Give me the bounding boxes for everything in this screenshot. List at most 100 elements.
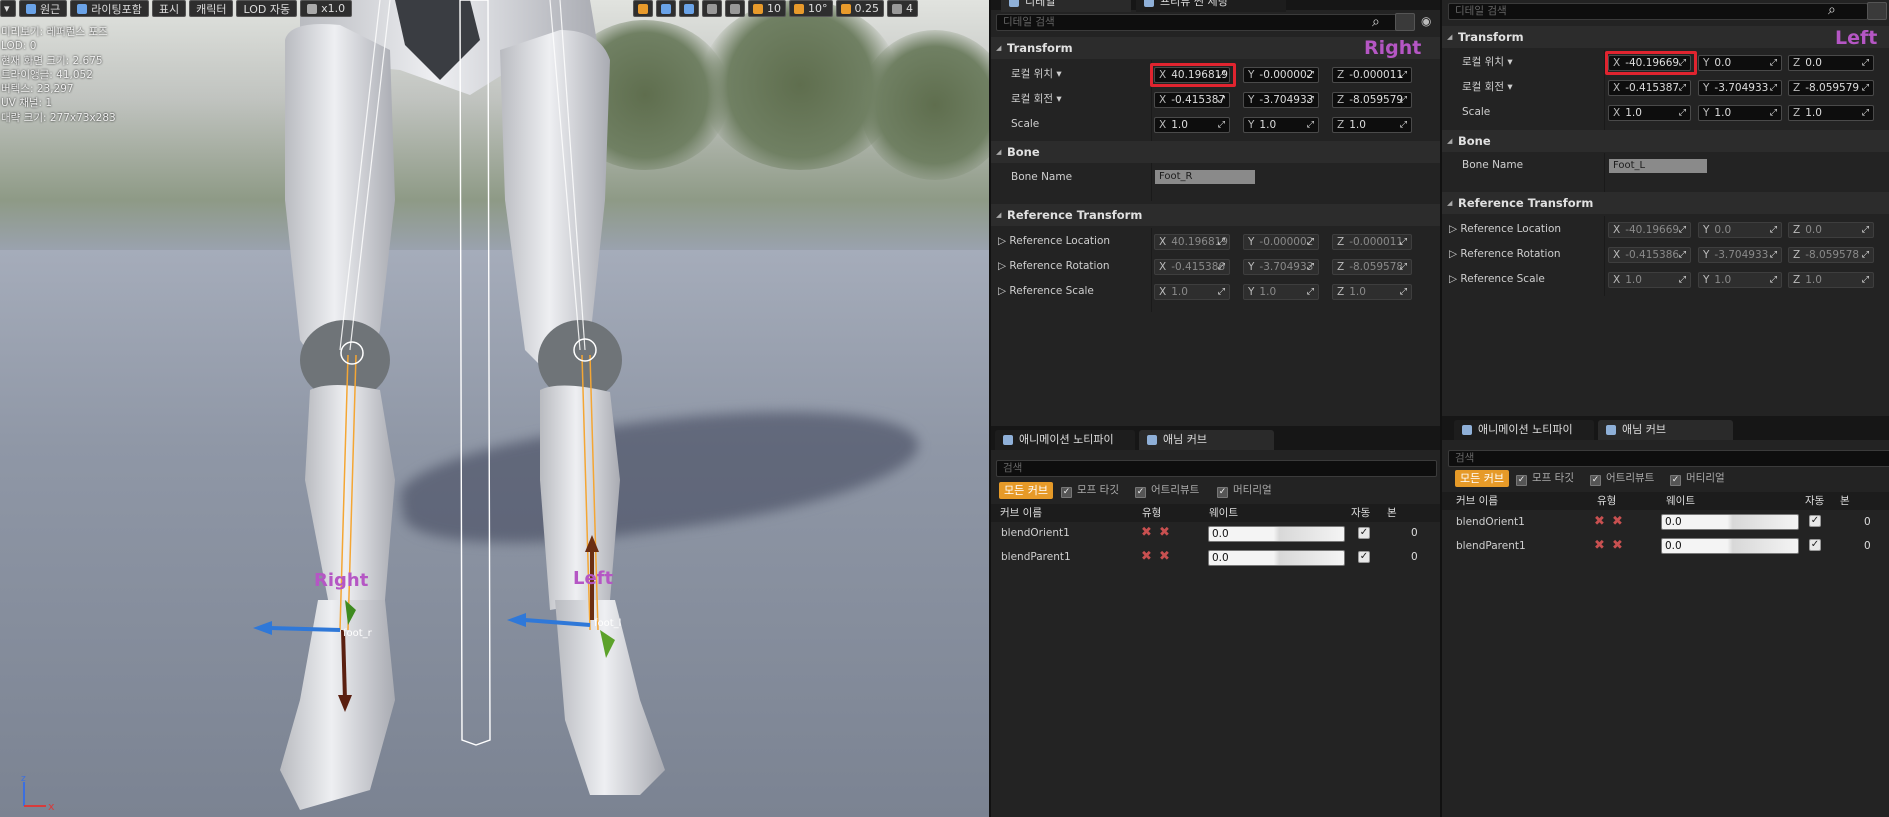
rot-y-field[interactable]: Y -3.704933 ⤢ — [1698, 80, 1782, 96]
rot-z-field[interactable]: Z -8.059579 ⤢ — [1332, 92, 1412, 108]
tab-anim-curves[interactable]: 애님 커브 — [1598, 420, 1733, 440]
curve-search-input[interactable]: 검색 — [996, 460, 1437, 477]
local-location-label[interactable]: 로컬 위치 ▾ — [1011, 62, 1062, 87]
grid-snap-button[interactable]: 10 — [748, 0, 786, 17]
loc-y-field[interactable]: Y 0.0 ⤢ — [1698, 55, 1782, 71]
splitter[interactable] — [1604, 216, 1605, 296]
col-weight[interactable]: 웨이트 — [1209, 504, 1238, 522]
delete-icon[interactable]: ✖ — [1594, 535, 1605, 557]
loc-z-field[interactable]: Z -0.000011 ⤢ — [1332, 67, 1412, 83]
weight-input[interactable]: 0.0 — [1208, 526, 1345, 542]
col-type[interactable]: 유형 — [1142, 504, 1161, 522]
loc-z-field[interactable]: Z 0.0 ⤢ — [1788, 55, 1874, 71]
tab-details[interactable]: 디테일 — [1001, 0, 1131, 12]
filter-morph-targets[interactable]: ✓ 모프 타깃 — [1061, 482, 1119, 499]
world-local-button[interactable] — [702, 0, 722, 17]
perspective-button[interactable]: 원근 — [19, 0, 68, 17]
filter-attributes[interactable]: ✓ 어트리뷰트 — [1135, 482, 1199, 499]
rot-y-field[interactable]: Y -3.704933 ⤢ — [1243, 92, 1319, 108]
curve-search-input[interactable]: 검색 — [1448, 450, 1889, 467]
loc-y-field[interactable]: Y -0.000002 ⤢ — [1243, 67, 1319, 83]
property-matrix-button[interactable] — [1867, 2, 1887, 20]
category-reference-transform[interactable]: Reference Transform — [1442, 192, 1889, 214]
details-search-input[interactable]: 디테일 검색 — [996, 14, 1401, 31]
reference-rotation-row[interactable]: ▷ Reference Rotation — [1449, 242, 1561, 267]
rot-z-field[interactable]: Z -8.059579 ⤢ — [1788, 80, 1874, 96]
tab-anim-curves[interactable]: 애님 커브 — [1139, 430, 1274, 450]
category-reference-transform[interactable]: Reference Transform — [991, 204, 1440, 226]
category-bone[interactable]: Bone — [1442, 130, 1889, 152]
filter-materials[interactable]: ✓ 머티리얼 — [1217, 482, 1272, 499]
details-search-input[interactable]: 디테일 검색 — [1448, 3, 1868, 20]
curve-row[interactable]: blendOrient1 ✖ ✖ 0.0 ✓ 0 — [1442, 511, 1889, 533]
tab-anim-notifies[interactable]: 애니메이션 노티파이 — [1454, 420, 1594, 440]
translate-mode-button[interactable] — [633, 0, 653, 17]
tab-anim-notifies[interactable]: 애니메이션 노티파이 — [995, 430, 1135, 450]
auto-checkbox[interactable]: ✓ — [1809, 539, 1821, 551]
scale-x-field[interactable]: X 1.0 ⤢ — [1608, 105, 1691, 121]
filter-all-curves[interactable]: 모든 커브 — [1455, 470, 1509, 487]
auto-checkbox[interactable]: ✓ — [1809, 515, 1821, 527]
speed-button[interactable]: x1.0 — [300, 0, 353, 17]
rotation-snap-button[interactable]: 10° — [789, 0, 833, 17]
reference-scale-row[interactable]: ▷ Reference Scale — [998, 279, 1094, 304]
auto-checkbox[interactable]: ✓ — [1358, 527, 1370, 539]
col-bone[interactable]: 본 — [1387, 504, 1397, 522]
curve-row[interactable]: blendParent1 ✖ ✖ 0.0 ✓ 0 — [1442, 535, 1889, 557]
col-weight[interactable]: 웨이트 — [1666, 492, 1695, 510]
local-rotation-label[interactable]: 로컬 회전 ▾ — [1462, 75, 1513, 100]
curve-row[interactable]: blendOrient1 ✖ ✖ 0.0 ✓ 0 — [991, 522, 1440, 544]
property-matrix-button[interactable] — [1395, 13, 1415, 31]
remove-icon[interactable]: ✖ — [1159, 522, 1170, 544]
col-bone[interactable]: 본 — [1840, 492, 1850, 510]
scale-x-field[interactable]: X 1.0 ⤢ — [1154, 117, 1230, 133]
lit-button[interactable]: 라이팅포함 — [70, 0, 149, 17]
scale-z-field[interactable]: Z 1.0 ⤢ — [1332, 117, 1412, 133]
col-auto[interactable]: 자동 — [1805, 492, 1824, 510]
col-curve-name[interactable]: 커브 이름 — [1456, 492, 1498, 510]
character-button[interactable]: 캐릭터 — [189, 0, 234, 17]
weight-input[interactable]: 0.0 — [1208, 550, 1345, 566]
delete-icon[interactable]: ✖ — [1141, 522, 1152, 544]
auto-checkbox[interactable]: ✓ — [1358, 551, 1370, 563]
reference-scale-row[interactable]: ▷ Reference Scale — [1449, 267, 1545, 292]
delete-icon[interactable]: ✖ — [1141, 546, 1152, 568]
remove-icon[interactable]: ✖ — [1612, 511, 1623, 533]
rot-x-field[interactable]: X -0.415387 ⤢ — [1608, 80, 1691, 96]
show-button[interactable]: 표시 — [151, 0, 187, 17]
remove-icon[interactable]: ✖ — [1612, 535, 1623, 557]
viewport[interactable]: Right Left foot_r foot_l ▾ 원근 라이팅포함 표시 캐… — [0, 0, 989, 817]
remove-icon[interactable]: ✖ — [1159, 546, 1170, 568]
category-bone[interactable]: Bone — [991, 141, 1440, 163]
reference-location-row[interactable]: ▷ Reference Location — [1449, 217, 1561, 242]
camera-speed-button[interactable]: 4 — [887, 0, 918, 17]
lod-button[interactable]: LOD 자동 — [236, 0, 298, 17]
tab-preview-scene[interactable]: 프리뷰 씬 세팅 — [1136, 0, 1286, 12]
local-location-label[interactable]: 로컬 위치 ▾ — [1462, 50, 1513, 75]
filter-materials[interactable]: ✓ 머티리얼 — [1670, 470, 1725, 487]
scale-z-field[interactable]: Z 1.0 ⤢ — [1788, 105, 1874, 121]
local-rotation-label[interactable]: 로컬 회전 ▾ — [1011, 87, 1062, 112]
filter-attributes[interactable]: ✓ 어트리뷰트 — [1590, 470, 1654, 487]
delete-icon[interactable]: ✖ — [1594, 511, 1605, 533]
category-transform[interactable]: Transform — [1442, 26, 1889, 48]
weight-input[interactable]: 0.0 — [1661, 514, 1799, 530]
scale-y-field[interactable]: Y 1.0 ⤢ — [1243, 117, 1319, 133]
reference-location-row[interactable]: ▷ Reference Location — [998, 229, 1110, 254]
col-auto[interactable]: 자동 — [1351, 504, 1370, 522]
rotate-mode-button[interactable] — [656, 0, 676, 17]
curve-row[interactable]: blendParent1 ✖ ✖ 0.0 ✓ 0 — [991, 546, 1440, 568]
col-curve-name[interactable]: 커브 이름 — [1000, 504, 1042, 522]
reference-rotation-row[interactable]: ▷ Reference Rotation — [998, 254, 1110, 279]
scale-snap-button[interactable]: 0.25 — [835, 0, 884, 17]
surface-snap-button[interactable] — [725, 0, 745, 17]
rot-x-field[interactable]: X -0.415387 ⤢ — [1154, 92, 1230, 108]
weight-input[interactable]: 0.0 — [1661, 538, 1799, 554]
splitter[interactable] — [1604, 153, 1605, 193]
filter-morph-targets[interactable]: ✓ 모프 타깃 — [1516, 470, 1574, 487]
scale-y-field[interactable]: Y 1.0 ⤢ — [1698, 105, 1782, 121]
eye-icon[interactable]: ◉ — [1421, 14, 1431, 28]
filter-all-curves[interactable]: 모든 커브 — [999, 482, 1053, 499]
viewport-menu-button[interactable]: ▾ — [0, 0, 16, 17]
col-type[interactable]: 유형 — [1597, 492, 1616, 510]
